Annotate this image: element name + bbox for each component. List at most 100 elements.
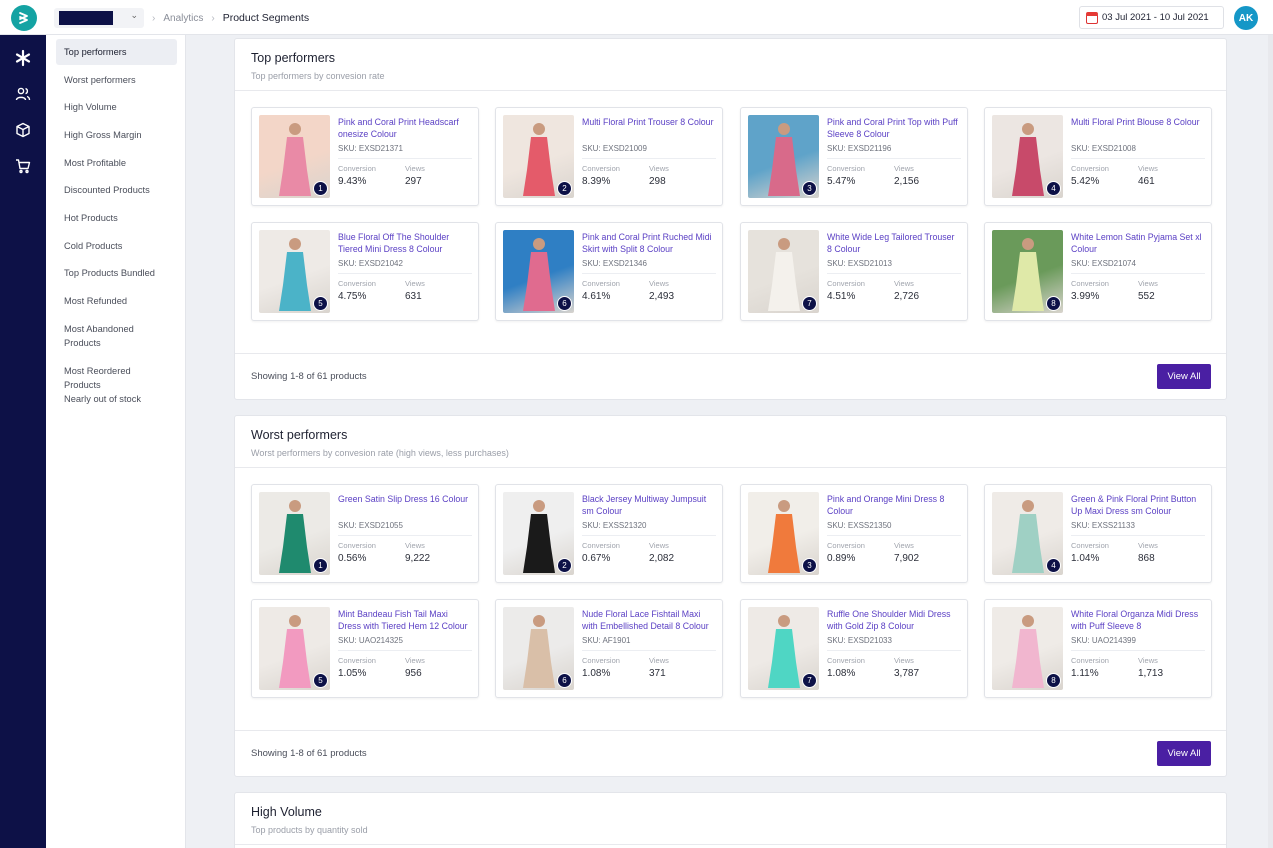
product-info: Pink and Coral Print Ruched Midi Skirt w… <box>582 231 716 302</box>
product-name-link[interactable]: White Lemon Satin Pyjama Set xl Colour <box>1071 231 1205 257</box>
product-sku: SKU: EXSD21074 <box>1071 259 1205 274</box>
product-figure <box>522 238 555 311</box>
product-info: Multi Floral Print Trouser 8 Colour SKU: … <box>582 116 716 187</box>
product-card[interactable]: 7 White Wide Leg Tailored Trouser 8 Colou… <box>740 222 968 321</box>
product-card[interactable]: 4 Multi Floral Print Blouse 8 Colour SKU: … <box>984 107 1212 206</box>
product-sku: SKU: EXSS21350 <box>827 521 961 536</box>
product-name-link[interactable]: Multi Floral Print Blouse 8 Colour <box>1071 116 1205 142</box>
product-name-link[interactable]: Pink and Coral Print Top with Puff Sleev… <box>827 116 961 142</box>
product-image[interactable]: 4 <box>992 115 1063 198</box>
conversion-label: Conversion <box>338 164 376 173</box>
product-figure <box>1011 238 1044 311</box>
product-name-link[interactable]: Black Jersey Multiway Jumpsuit sm Colour <box>582 493 716 519</box>
product-info: Green & Pink Floral Print Button Up Maxi… <box>1071 493 1205 564</box>
users-icon[interactable] <box>12 83 34 105</box>
product-card[interactable]: 8 White Lemon Satin Pyjama Set xl Colour S… <box>984 222 1212 321</box>
cart-icon[interactable] <box>12 155 34 177</box>
product-image[interactable]: 3 <box>748 492 819 575</box>
views-label: Views <box>1138 541 1158 550</box>
product-image[interactable]: 3 <box>748 115 819 198</box>
segment-cold-products[interactable]: Cold Products <box>56 233 177 259</box>
box-icon[interactable] <box>12 119 34 141</box>
product-card[interactable]: 5 Mint Bandeau Fish Tail Maxi Dress with … <box>251 599 479 698</box>
segment-nearly-out-of-stock[interactable]: Nearly out of stock <box>56 386 177 412</box>
product-image[interactable]: 2 <box>503 115 574 198</box>
product-name-link[interactable]: White Wide Leg Tailored Trouser 8 Colour <box>827 231 961 257</box>
conversion-stat: Conversion 5.42% <box>1071 164 1138 187</box>
scrollbar[interactable] <box>1268 35 1273 848</box>
product-sku: SKU: EXSD21055 <box>338 521 472 536</box>
product-figure <box>767 615 800 688</box>
product-figure <box>278 238 311 311</box>
product-name-link[interactable]: Green & Pink Floral Print Button Up Maxi… <box>1071 493 1205 519</box>
product-card[interactable]: 1 Pink and Coral Print Headscarf onesize … <box>251 107 479 206</box>
product-name-link[interactable]: Mint Bandeau Fish Tail Maxi Dress with T… <box>338 608 472 634</box>
product-name-link[interactable]: Ruffle One Shoulder Midi Dress with Gold… <box>827 608 961 634</box>
product-sku: SKU: EXSS21133 <box>1071 521 1205 536</box>
user-avatar[interactable]: AK <box>1234 6 1258 30</box>
date-range-picker[interactable]: 03 Jul 2021 - 10 Jul 2021 <box>1079 6 1224 29</box>
product-card[interactable]: 8 White Floral Organza Midi Dress with Pu… <box>984 599 1212 698</box>
breadcrumb-analytics[interactable]: Analytics <box>163 13 203 24</box>
product-card[interactable]: 2 Multi Floral Print Trouser 8 Colour SKU:… <box>495 107 723 206</box>
views-value: 2,082 <box>649 553 675 564</box>
product-image[interactable]: 6 <box>503 607 574 690</box>
segment-high-gross-margin[interactable]: High Gross Margin <box>56 122 177 148</box>
product-card[interactable]: 3 Pink and Orange Mini Dress 8 Colour SKU:… <box>740 484 968 583</box>
views-stat: Views 298 <box>649 164 716 187</box>
product-name-link[interactable]: Green Satin Slip Dress 16 Colour <box>338 493 472 519</box>
product-card[interactable]: 3 Pink and Coral Print Top with Puff Slee… <box>740 107 968 206</box>
product-info: Ruffle One Shoulder Midi Dress with Gold… <box>827 608 961 679</box>
product-image[interactable]: 5 <box>259 607 330 690</box>
segment-hot-products[interactable]: Hot Products <box>56 205 177 231</box>
product-image[interactable]: 6 <box>503 230 574 313</box>
conversion-stat: Conversion 3.99% <box>1071 279 1138 302</box>
product-sku: SKU: AF1901 <box>582 636 716 651</box>
view-all-button[interactable]: View All <box>1157 364 1211 389</box>
rank-badge: 5 <box>313 296 328 311</box>
app-logo[interactable] <box>11 5 37 31</box>
organization-select[interactable]: ⌄ <box>54 8 144 28</box>
conversion-value: 4.51% <box>827 291 856 302</box>
product-card[interactable]: 2 Black Jersey Multiway Jumpsuit sm Colou… <box>495 484 723 583</box>
segment-worst-performers[interactable]: Worst performers <box>56 67 177 93</box>
product-image[interactable]: 5 <box>259 230 330 313</box>
product-name-link[interactable]: Blue Floral Off The Shoulder Tiered Mini… <box>338 231 472 257</box>
product-image[interactable]: 2 <box>503 492 574 575</box>
panel-high-volume: High Volume Top products by quantity sol… <box>234 792 1227 848</box>
product-card[interactable]: 5 Blue Floral Off The Shoulder Tiered Min… <box>251 222 479 321</box>
product-name-link[interactable]: Pink and Coral Print Headscarf onesize C… <box>338 116 472 142</box>
view-all-button[interactable]: View All <box>1157 741 1211 766</box>
product-name-link[interactable]: Multi Floral Print Trouser 8 Colour <box>582 116 716 142</box>
product-image[interactable]: 8 <box>992 230 1063 313</box>
segment-most-profitable[interactable]: Most Profitable <box>56 150 177 176</box>
views-label: Views <box>405 279 425 288</box>
segment-top-products-bundled[interactable]: Top Products Bundled <box>56 260 177 286</box>
product-image[interactable]: 1 <box>259 115 330 198</box>
product-name-link[interactable]: White Floral Organza Midi Dress with Puf… <box>1071 608 1205 634</box>
product-sku: SKU: UAO214325 <box>338 636 472 651</box>
product-image[interactable]: 7 <box>748 607 819 690</box>
segment-high-volume[interactable]: High Volume <box>56 94 177 120</box>
views-value: 2,726 <box>894 291 920 302</box>
product-name-link[interactable]: Pink and Orange Mini Dress 8 Colour <box>827 493 961 519</box>
product-name-link[interactable]: Pink and Coral Print Ruched Midi Skirt w… <box>582 231 716 257</box>
segment-most-refunded[interactable]: Most Refunded <box>56 288 177 314</box>
segment-discounted-products[interactable]: Discounted Products <box>56 177 177 203</box>
asterisk-icon[interactable] <box>12 47 34 69</box>
product-card[interactable]: 4 Green & Pink Floral Print Button Up Max… <box>984 484 1212 583</box>
product-card[interactable]: 6 Pink and Coral Print Ruched Midi Skirt … <box>495 222 723 321</box>
segment-most-abandoned-products[interactable]: Most Abandoned Products <box>56 316 156 356</box>
product-card[interactable]: 7 Ruffle One Shoulder Midi Dress with Gol… <box>740 599 968 698</box>
product-card[interactable]: 1 Green Satin Slip Dress 16 Colour SKU: EX… <box>251 484 479 583</box>
product-image[interactable]: 7 <box>748 230 819 313</box>
product-info: White Floral Organza Midi Dress with Puf… <box>1071 608 1205 679</box>
chevron-down-icon: ⌄ <box>130 10 138 20</box>
conversion-label: Conversion <box>1071 541 1109 550</box>
product-image[interactable]: 8 <box>992 607 1063 690</box>
product-card[interactable]: 6 Nude Floral Lace Fishtail Maxi with Emb… <box>495 599 723 698</box>
product-name-link[interactable]: Nude Floral Lace Fishtail Maxi with Embe… <box>582 608 716 634</box>
product-image[interactable]: 4 <box>992 492 1063 575</box>
segment-top-performers[interactable]: Top performers <box>56 39 177 65</box>
product-image[interactable]: 1 <box>259 492 330 575</box>
